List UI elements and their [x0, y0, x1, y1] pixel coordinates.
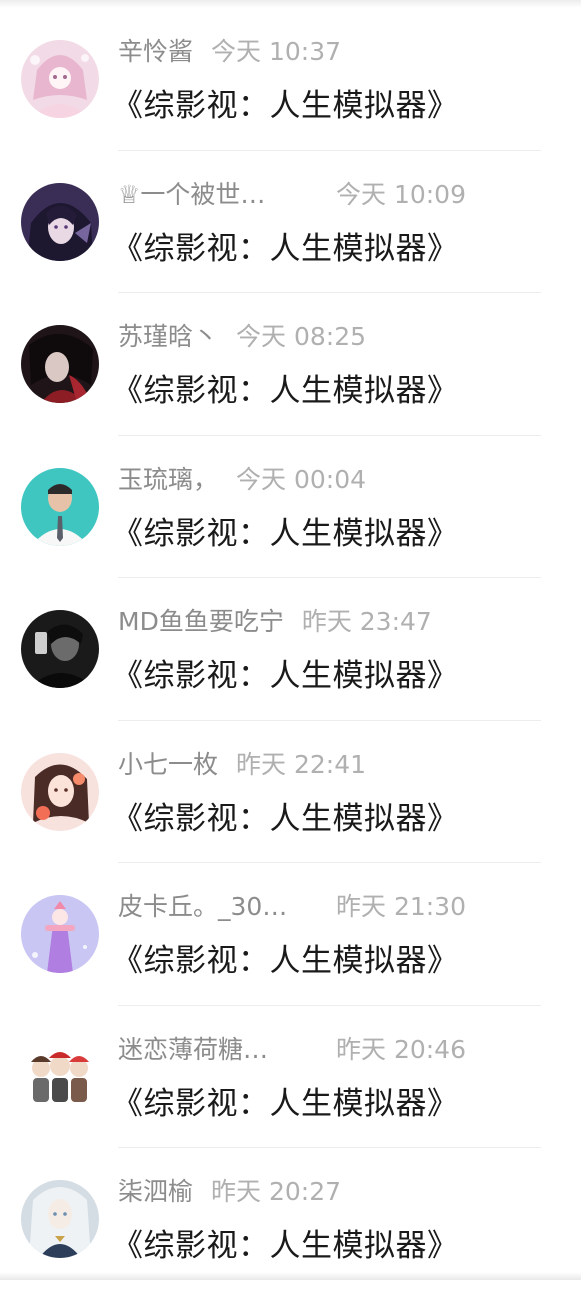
comment-text[interactable]: 《综影视：人生模拟器》: [112, 797, 459, 841]
bottom-edge: [0, 1272, 581, 1280]
timestamp: 昨天 21:30: [336, 889, 466, 925]
list-item[interactable]: 玉琉璃， 今天 00:04 《综影视：人生模拟器》: [0, 436, 581, 579]
timestamp: 今天 00:04: [236, 462, 366, 498]
comment-text[interactable]: 《综影视：人生模拟器》: [112, 1082, 459, 1126]
user-name[interactable]: 柒泗榆: [118, 1174, 193, 1210]
comment-text[interactable]: 《综影视：人生模拟器》: [112, 227, 459, 271]
comment-text[interactable]: 《综影视：人生模拟器》: [112, 512, 459, 556]
user-name[interactable]: 皮卡丘。_30…: [118, 889, 298, 925]
timestamp: 今天 10:37: [211, 34, 341, 70]
avatar-image: [21, 753, 99, 831]
timestamp: 昨天 20:46: [336, 1032, 466, 1068]
list-item[interactable]: 苏瑾晗丶今天 08:25 《综影视：人生模拟器》: [0, 293, 581, 436]
user-name[interactable]: 玉琉璃，: [118, 462, 218, 498]
avatar[interactable]: [21, 325, 99, 403]
list-item[interactable]: 柒泗榆昨天 20:27 《综影视：人生模拟器》: [0, 1148, 581, 1291]
user-name[interactable]: 辛怜酱: [118, 34, 193, 70]
comment-list[interactable]: 辛怜酱今天 10:37 《综影视：人生模拟器》 ♕一个被世… 今天 10:09 《…: [0, 8, 581, 1291]
list-item[interactable]: 小七一枚昨天 22:41 《综影视：人生模拟器》: [0, 721, 581, 864]
avatar[interactable]: [21, 468, 99, 546]
avatar[interactable]: [21, 1038, 99, 1116]
avatar[interactable]: [21, 610, 99, 688]
comment-text[interactable]: 《综影视：人生模拟器》: [112, 654, 459, 698]
comment-text[interactable]: 《综影视：人生模拟器》: [112, 1224, 459, 1268]
avatar-image: [21, 40, 99, 118]
user-name[interactable]: MD鱼鱼要吃宁: [118, 604, 284, 640]
list-item[interactable]: ♕一个被世… 今天 10:09 《综影视：人生模拟器》: [0, 151, 581, 294]
timestamp: 今天 08:25: [236, 319, 366, 355]
timestamp: 昨天 23:47: [302, 604, 432, 640]
avatar-image: [21, 183, 99, 261]
comment-text[interactable]: 《综影视：人生模拟器》: [112, 939, 459, 983]
comment-text[interactable]: 《综影视：人生模拟器》: [112, 84, 459, 128]
avatar[interactable]: [21, 183, 99, 261]
timestamp: 昨天 22:41: [236, 747, 366, 783]
top-edge: [0, 0, 581, 8]
comment-text[interactable]: 《综影视：人生模拟器》: [112, 369, 459, 413]
list-item[interactable]: 皮卡丘。_30… 昨天 21:30 《综影视：人生模拟器》: [0, 863, 581, 1006]
user-name[interactable]: 苏瑾晗丶: [118, 319, 218, 355]
avatar[interactable]: [21, 895, 99, 973]
user-name[interactable]: ♕一个被世…: [118, 177, 298, 213]
timestamp: 今天 10:09: [336, 177, 466, 213]
list-item[interactable]: 辛怜酱今天 10:37 《综影视：人生模拟器》: [0, 8, 581, 151]
list-item[interactable]: 迷恋薄荷糖… 昨天 20:46 《综影视：人生模拟器》: [0, 1006, 581, 1149]
list-item[interactable]: MD鱼鱼要吃宁昨天 23:47 《综影视：人生模拟器》: [0, 578, 581, 721]
user-name[interactable]: 小七一枚: [118, 747, 218, 783]
avatar[interactable]: [21, 1180, 99, 1258]
avatar-image: [21, 468, 99, 546]
user-name[interactable]: 迷恋薄荷糖…: [118, 1032, 298, 1068]
timestamp: 昨天 20:27: [211, 1174, 341, 1210]
avatar-image: [21, 1038, 99, 1116]
avatar[interactable]: [21, 753, 99, 831]
avatar[interactable]: [21, 40, 99, 118]
avatar-image: [21, 325, 99, 403]
avatar-image: [21, 610, 99, 688]
avatar-image: [21, 1180, 99, 1258]
avatar-image: [21, 895, 99, 973]
